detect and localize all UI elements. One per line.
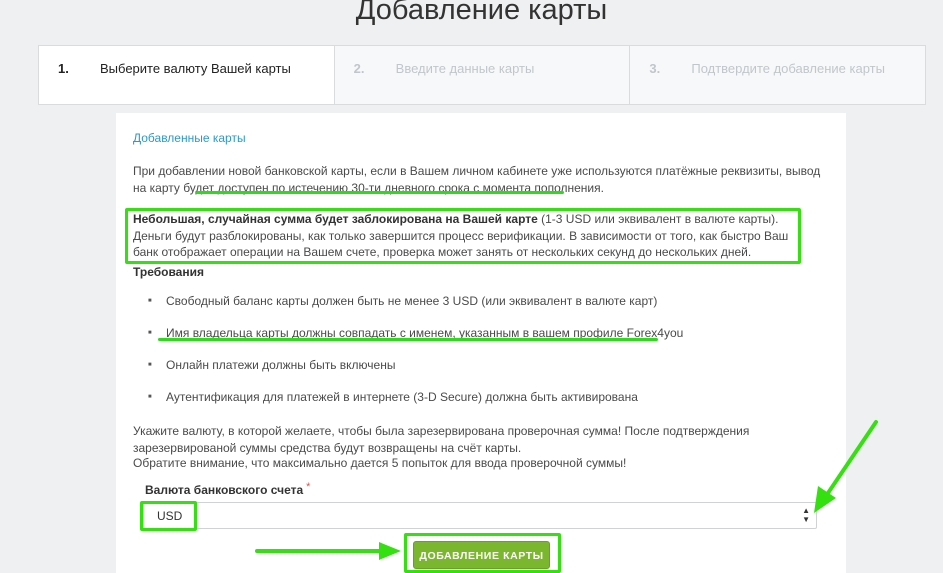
step-1-label: Выберите валюту Вашей карты — [100, 61, 291, 76]
requirement-text: Свободный баланс карты должен быть не ме… — [166, 294, 658, 308]
step-3: 3. Подтвердите добавление карты — [630, 46, 925, 104]
intro-end: . — [600, 180, 604, 195]
step-3-number: 3. — [649, 61, 661, 76]
page-title: Добавление карты — [355, 0, 608, 26]
requirement-text: Аутентификация для платежей в интернете … — [166, 390, 638, 404]
currency-field-label: Валюта банковского счета * — [145, 481, 311, 497]
highlight-box — [404, 533, 561, 573]
currency-note: Укажите валюту, в которой желаете, чтобы… — [133, 424, 750, 455]
requirement-text: Онлайн платежи должны быть включены — [166, 358, 396, 372]
list-item: Аутентификация для платежей в интернете … — [148, 390, 638, 404]
steps-bar: 1. Выберите валюту Вашей карты 2. Введит… — [38, 45, 926, 105]
step-1[interactable]: 1. Выберите валюту Вашей карты — [39, 46, 335, 104]
step-2: 2. Введите данные карты — [335, 46, 631, 104]
highlight-box — [125, 208, 801, 264]
highlight-underline — [158, 338, 658, 341]
arrow-down-left-icon — [814, 420, 878, 513]
currency-label-text: Валюта банковского счета — [145, 483, 304, 497]
list-item: Свободный баланс карты должен быть не ме… — [148, 294, 657, 308]
step-3-label: Подтвердите добавление карты — [691, 61, 885, 76]
step-2-number: 2. — [353, 61, 365, 76]
list-item: Онлайн платежи должны быть включены — [148, 358, 395, 372]
added-cards-link[interactable]: Добавленные карты — [133, 131, 246, 145]
arrow-right-icon — [255, 542, 401, 560]
required-asterisk: * — [306, 481, 311, 493]
highlight-underline — [196, 191, 564, 194]
requirements-title: Требования — [133, 265, 204, 279]
step-1-number: 1. — [58, 61, 69, 76]
step-2-label: Введите данные карты — [395, 61, 535, 76]
highlight-box — [140, 501, 197, 531]
attempts-note: Обратите внимание, что максимально даетс… — [133, 456, 627, 470]
currency-select[interactable]: USD ▲ ▼ — [143, 502, 817, 529]
